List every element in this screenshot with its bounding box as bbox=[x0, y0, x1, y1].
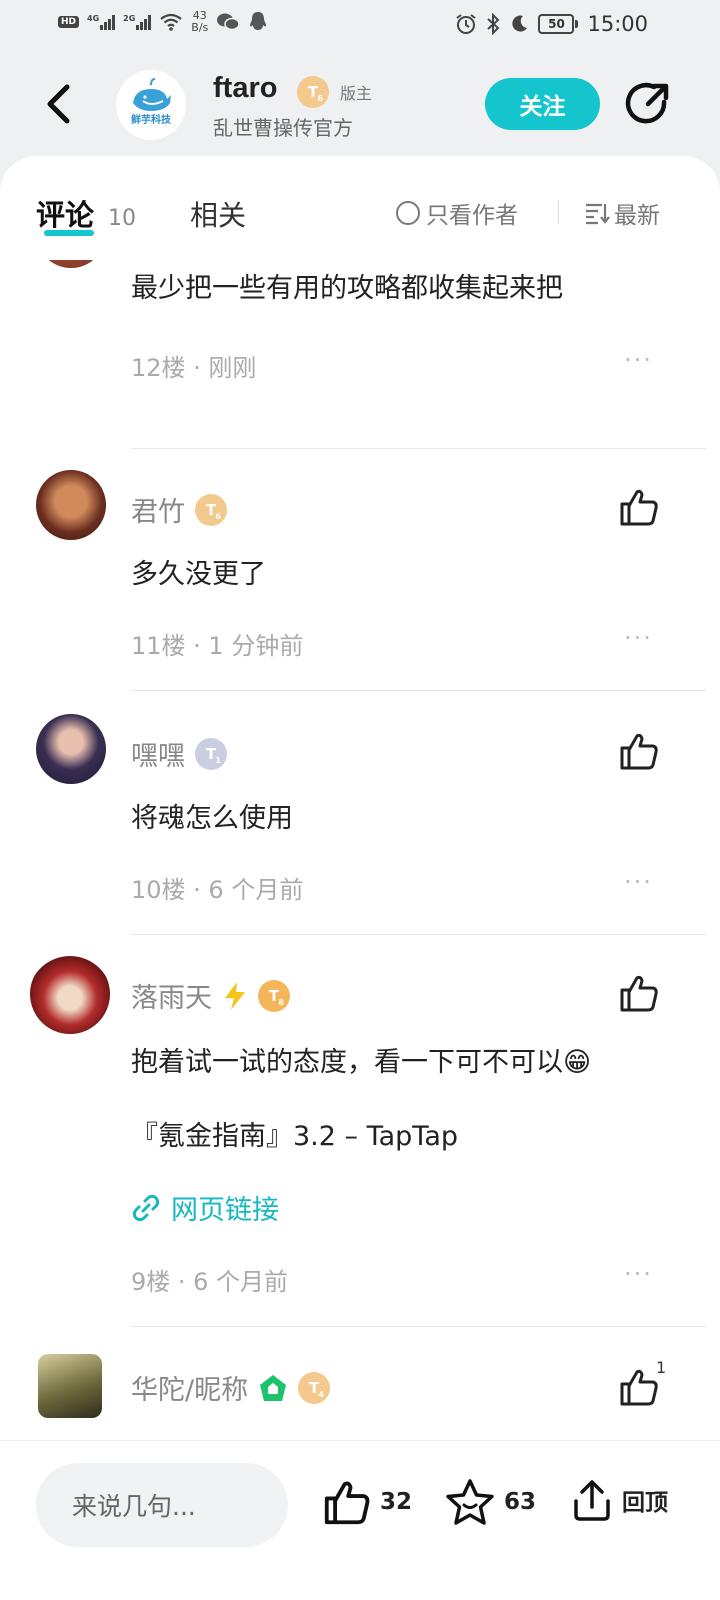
divider bbox=[131, 690, 706, 691]
thumbs-up-icon[interactable] bbox=[618, 730, 660, 772]
thumbs-up-icon[interactable] bbox=[618, 486, 660, 528]
level-badge: T8 bbox=[258, 979, 290, 1012]
star-icon bbox=[446, 1479, 494, 1525]
more-options-button[interactable]: ··· bbox=[624, 346, 653, 374]
thumbs-up-icon[interactable] bbox=[618, 972, 660, 1014]
shared-link-title: 『氪金指南』3.2 – TapTap bbox=[131, 1121, 459, 1152]
tab-related[interactable]: 相关 bbox=[190, 194, 246, 234]
share-icon bbox=[625, 82, 669, 124]
follow-button[interactable]: 关注 bbox=[485, 78, 600, 130]
comment-text: 抱着试一试的态度，看一下可不可以😁 bbox=[131, 1047, 592, 1078]
more-options-button[interactable]: ··· bbox=[624, 1260, 653, 1288]
signal-strength-icon-2: 2G bbox=[123, 14, 152, 30]
more-options-button[interactable]: ··· bbox=[624, 868, 653, 896]
favorite-count: 63 bbox=[504, 1489, 537, 1515]
share-button[interactable] bbox=[624, 80, 672, 128]
comment-meta: 10楼 · 6 个月前 bbox=[131, 876, 304, 904]
chevron-left-icon bbox=[47, 84, 70, 124]
comment-meta: 11楼 · 1 分钟前 bbox=[131, 632, 304, 660]
clock: 15:00 bbox=[587, 12, 648, 36]
more-options-button[interactable]: ··· bbox=[624, 624, 653, 652]
status-bar: HD 4G 2G 43 B/s 50 15:00 bbox=[0, 0, 720, 52]
divider bbox=[131, 1326, 706, 1327]
commenter-name[interactable]: 君竹 T6 bbox=[131, 490, 227, 529]
divider bbox=[558, 200, 559, 224]
back-button[interactable] bbox=[36, 80, 80, 128]
signal-strength-icon-1: 4G bbox=[87, 14, 116, 30]
like-post-button[interactable]: 32 bbox=[322, 1477, 412, 1527]
link-icon bbox=[132, 1194, 160, 1221]
commenter-avatar[interactable] bbox=[36, 470, 106, 540]
like-count: 32 bbox=[380, 1489, 413, 1515]
commenter-avatar[interactable] bbox=[36, 714, 106, 784]
comment-meta: 9楼 · 6 个月前 bbox=[131, 1268, 289, 1296]
status-left: HD 4G 2G 43 B/s bbox=[58, 10, 268, 34]
post-header: 鲜芋科技 ftaro T6 版主 乱世曹操传官方 关注 bbox=[0, 60, 720, 150]
author-subtitle: 乱世曹操传官方 bbox=[213, 116, 353, 140]
commenter-name[interactable]: 嘿嘿 T1 bbox=[131, 734, 227, 773]
moon-icon bbox=[512, 15, 528, 32]
commenter-avatar[interactable] bbox=[38, 1354, 102, 1418]
moderator-badge: 版主 bbox=[340, 84, 373, 103]
lightning-badge-icon bbox=[225, 981, 245, 1010]
comments-panel: 君竹 T6 最少把一些有用的攻略都收集起来把 12楼 · 刚刚 ··· 君竹 T… bbox=[0, 156, 720, 1600]
comment-tabs: 评论 10 相关 只看作者 最新 bbox=[0, 156, 720, 260]
sort-button[interactable]: 最新 bbox=[584, 196, 660, 230]
house-badge-icon bbox=[260, 1374, 287, 1401]
commenter-avatar[interactable] bbox=[30, 954, 110, 1034]
network-speed: 43 B/s bbox=[191, 9, 209, 34]
commenter-name[interactable]: 华陀/昵称 T4 bbox=[131, 1368, 331, 1407]
level-badge: T6 bbox=[195, 493, 227, 526]
back-to-top-button[interactable]: 回顶 bbox=[570, 1477, 668, 1523]
wifi-icon bbox=[160, 13, 182, 31]
status-right: 50 15:00 bbox=[455, 12, 648, 36]
author-level-badge: T6 bbox=[297, 76, 329, 108]
comment-input[interactable]: 来说几句... bbox=[36, 1463, 288, 1547]
comment-meta: 12楼 · 刚刚 bbox=[131, 354, 257, 382]
logo-text: 鲜芋科技 bbox=[131, 113, 172, 126]
battery-icon: 50 bbox=[538, 14, 579, 34]
bottom-action-bar: 来说几句... 32 63 回顶 bbox=[0, 1440, 720, 1600]
tab-comments[interactable]: 评论 10 bbox=[36, 192, 137, 236]
qq-icon bbox=[250, 12, 267, 30]
comment-text: 多久没更了 bbox=[131, 559, 266, 590]
whale-logo-icon: 鲜芋科技 bbox=[131, 78, 172, 126]
sort-icon bbox=[586, 203, 610, 225]
web-link[interactable]: 网页链接 bbox=[131, 1188, 279, 1227]
bluetooth-icon bbox=[487, 13, 500, 35]
author-avatar[interactable]: 鲜芋科技 bbox=[116, 70, 186, 140]
commenter-name[interactable]: 落雨天 T8 bbox=[131, 976, 290, 1015]
thumbs-up-icon bbox=[324, 1481, 370, 1525]
upload-arrow-icon bbox=[574, 1480, 610, 1521]
thumbs-up-icon[interactable] bbox=[618, 1366, 660, 1408]
comment-text: 将魂怎么使用 bbox=[131, 803, 293, 834]
level-badge: T4 bbox=[298, 1371, 331, 1404]
level-badge: T1 bbox=[195, 737, 227, 770]
author-name[interactable]: ftaro bbox=[213, 72, 277, 105]
comment-count: 10 bbox=[108, 206, 137, 231]
divider bbox=[131, 934, 706, 935]
radio-icon bbox=[396, 201, 420, 225]
only-author-toggle[interactable]: 只看作者 bbox=[396, 196, 518, 230]
divider bbox=[131, 448, 706, 449]
comment-text: 最少把一些有用的攻略都收集起来把 bbox=[131, 273, 563, 304]
wechat-icon bbox=[217, 13, 241, 31]
favorite-button[interactable]: 63 bbox=[444, 1477, 536, 1527]
alarm-icon bbox=[456, 14, 477, 34]
like-count: 1 bbox=[656, 1358, 667, 1377]
hd-badge: HD bbox=[58, 16, 80, 28]
